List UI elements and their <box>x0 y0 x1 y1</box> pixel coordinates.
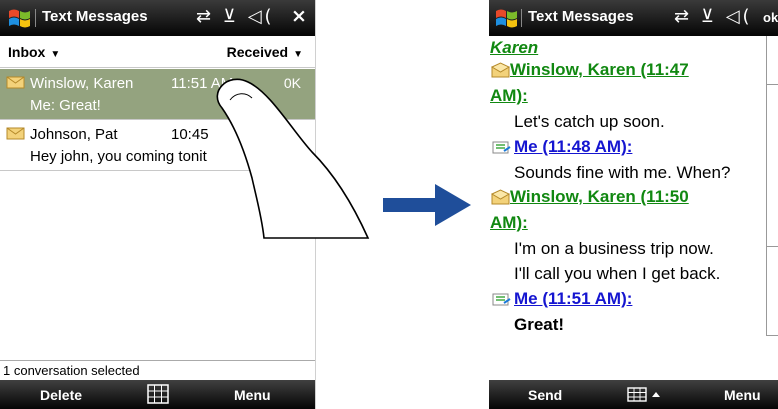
sent-message-icon <box>492 141 511 154</box>
message-preview: Me: Great! <box>30 97 101 114</box>
close-icon[interactable]: × <box>291 5 307 27</box>
keyboard-icon[interactable] <box>627 387 661 403</box>
menu-softkey[interactable]: Menu <box>234 387 271 403</box>
scroll-tick <box>767 335 778 336</box>
message-text: I'll call you when I get back. <box>514 264 721 283</box>
sender-link[interactable]: Winslow, Karen (11:50 <box>510 187 689 207</box>
softkey-bar: Send Menu <box>489 380 778 409</box>
sender-link[interactable]: Me (11:51 AM): <box>514 289 632 309</box>
conversation-screen: Text Messages ⇄ ⊻ ◁( ok Karen Winslow, K… <box>489 0 778 409</box>
contact-name[interactable]: Karen <box>490 38 538 58</box>
message-text: Sounds fine with me. When? <box>514 163 731 182</box>
filter-bar: Inbox ▼ Received ▼ <box>0 36 315 68</box>
sent-message-icon <box>492 293 511 306</box>
send-softkey[interactable]: Send <box>528 387 562 403</box>
title-bar: Text Messages ⇄ ⊻ ◁( × <box>0 0 315 36</box>
sort-label: Received <box>226 44 289 60</box>
scrollbar[interactable] <box>766 36 778 336</box>
app-title: Text Messages <box>42 8 148 25</box>
app-title: Text Messages <box>528 8 634 25</box>
chevron-down-icon: ▼ <box>50 49 61 60</box>
finger-icon <box>216 78 370 239</box>
windows-start-icon[interactable] <box>493 5 519 31</box>
softkey-bar: Delete Menu <box>0 380 315 409</box>
message-text: I'm on a business trip now. <box>514 239 714 258</box>
scroll-tick <box>767 84 778 85</box>
ok-button[interactable]: ok <box>763 10 778 25</box>
folder-label: Inbox <box>8 44 46 60</box>
windows-start-icon[interactable] <box>6 5 32 31</box>
keyboard-icon[interactable] <box>147 384 169 404</box>
conversation-thread: Karen Winslow, Karen (11:47 AM): Let's c… <box>489 36 766 336</box>
delete-softkey[interactable]: Delete <box>40 387 82 403</box>
folder-dropdown[interactable]: Inbox ▼ <box>8 44 60 60</box>
message-text: Let's catch up soon. <box>514 112 665 131</box>
sort-dropdown[interactable]: Received ▼ <box>227 44 303 60</box>
message-preview: Hey john, you coming tonit <box>30 148 207 165</box>
title-bar: Text Messages ⇄ ⊻ ◁( ok <box>489 0 778 36</box>
sender-name: Winslow, Karen <box>30 75 134 92</box>
selection-status: 1 conversation selected <box>0 360 315 380</box>
sender-link[interactable]: Me (11:48 AM): <box>514 137 632 157</box>
status-icons: ⇄ ⊻ ◁( <box>196 6 275 27</box>
scroll-tick <box>767 246 778 247</box>
sender-name: Johnson, Pat <box>30 126 118 143</box>
sender-link[interactable]: AM): <box>490 86 528 106</box>
sender-link[interactable]: AM): <box>490 213 528 233</box>
chevron-down-icon: ▼ <box>293 49 303 60</box>
arrow-right-icon <box>383 184 471 226</box>
menu-softkey[interactable]: Menu <box>724 387 761 403</box>
sender-link[interactable]: Winslow, Karen (11:47 <box>510 60 689 80</box>
message-text: Great! <box>514 315 565 334</box>
envelope-open-icon <box>491 189 511 205</box>
envelope-icon <box>6 76 25 89</box>
envelope-open-icon <box>491 62 511 78</box>
envelope-icon <box>6 127 25 140</box>
status-icons: ⇄ ⊻ ◁( <box>674 6 753 27</box>
